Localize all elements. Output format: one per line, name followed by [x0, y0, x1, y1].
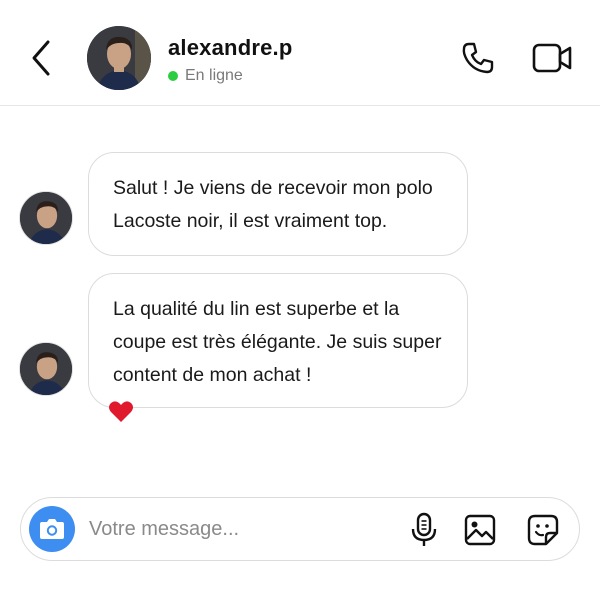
sticker-icon [527, 514, 559, 546]
heart-reaction-icon[interactable] [108, 400, 134, 424]
video-call-button[interactable] [532, 41, 572, 75]
camera-icon [40, 519, 64, 539]
online-status: En ligne [168, 67, 243, 85]
back-button[interactable] [26, 38, 58, 78]
voice-message-button[interactable] [409, 512, 439, 548]
message-composer [20, 497, 580, 561]
chevron-left-icon [32, 40, 50, 76]
message-input[interactable] [89, 512, 389, 546]
message-sender-avatar[interactable] [19, 191, 73, 245]
avatar-portrait [20, 343, 72, 395]
online-dot-icon [168, 71, 178, 81]
avatar-portrait [20, 192, 72, 244]
message-bubble[interactable]: Salut ! Je viens de recevoir mon polo La… [88, 152, 468, 256]
status-label: En ligne [185, 67, 243, 84]
camera-button[interactable] [29, 506, 75, 552]
message-sender-avatar[interactable] [19, 342, 73, 396]
image-icon [464, 514, 496, 546]
contact-avatar[interactable] [87, 26, 151, 90]
message-bubble[interactable]: La qualité du lin est superbe et la coup… [88, 273, 468, 408]
call-button[interactable] [460, 40, 496, 76]
sticker-button[interactable] [527, 514, 559, 546]
gallery-button[interactable] [464, 514, 496, 546]
video-camera-icon [532, 43, 572, 73]
chat-header: alexandre.p En ligne [0, 0, 600, 106]
phone-icon [462, 42, 494, 74]
microphone-icon [411, 512, 437, 546]
heart-icon [109, 401, 133, 422]
avatar-portrait [87, 26, 151, 90]
contact-name[interactable]: alexandre.p [168, 35, 292, 61]
